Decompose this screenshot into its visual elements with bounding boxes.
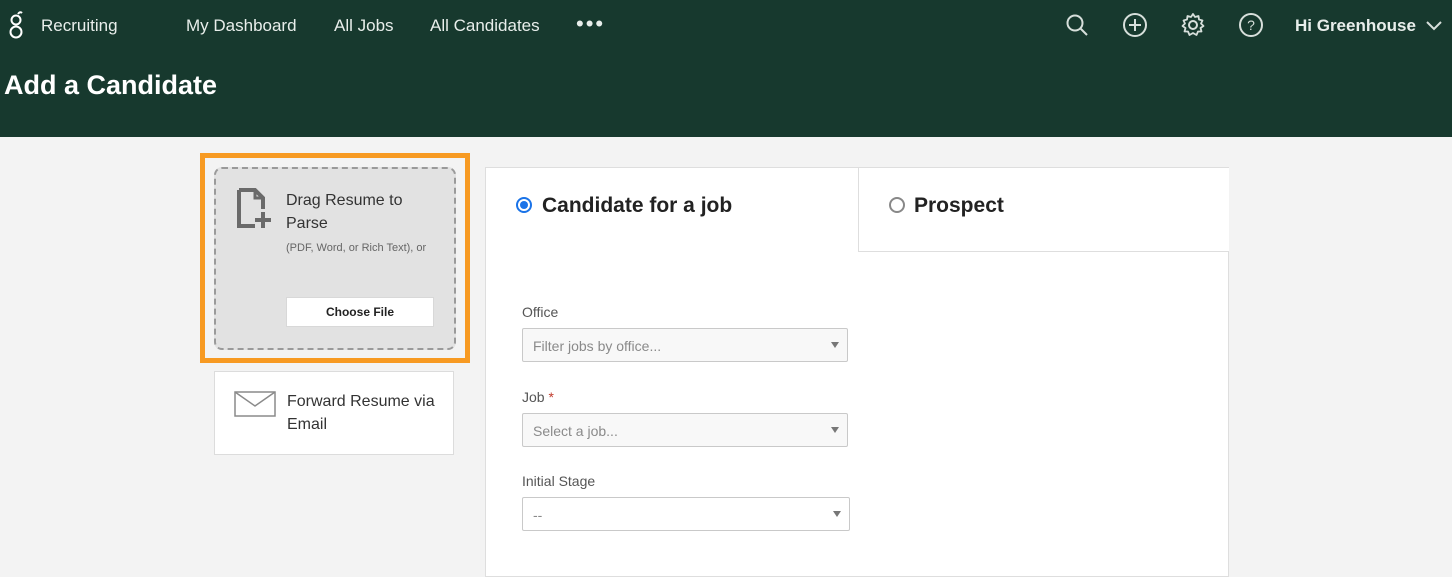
more-menu-icon[interactable]: ••• [576, 13, 605, 35]
candidate-form-panel: Candidate for a job Prospect Office Filt… [485, 167, 1229, 577]
initial-stage-select[interactable]: -- [522, 497, 850, 531]
job-label-text: Job [522, 389, 545, 405]
office-label: Office [522, 304, 559, 320]
caret-down-icon [833, 511, 841, 517]
candidate-tab-label: Candidate for a job [542, 194, 733, 217]
nav-all-jobs[interactable]: All Jobs [334, 16, 394, 36]
forward-resume-label: Forward Resume via Email [287, 393, 435, 433]
greenhouse-logo-icon[interactable] [8, 10, 24, 42]
initial-stage-value: -- [533, 507, 543, 523]
envelope-icon [234, 391, 276, 417]
top-navigation-bar: Recruiting My Dashboard All Jobs All Can… [0, 0, 1452, 137]
nav-my-dashboard[interactable]: My Dashboard [186, 16, 297, 36]
caret-down-icon [831, 342, 839, 348]
add-document-icon [237, 188, 271, 228]
office-placeholder: Filter jobs by office... [533, 338, 662, 354]
required-asterisk: * [548, 389, 554, 405]
nav-all-candidates[interactable]: All Candidates [430, 16, 540, 36]
prospect-radio[interactable] [889, 197, 905, 213]
help-icon[interactable]: ? [1238, 12, 1264, 38]
resume-upload-highlight: Drag Resume to Parse (PDF, Word, or Rich… [200, 153, 470, 363]
office-select[interactable]: Filter jobs by office... [522, 328, 848, 362]
job-placeholder: Select a job... [533, 423, 618, 439]
brand-label[interactable]: Recruiting [41, 16, 118, 36]
chevron-down-icon[interactable] [1424, 18, 1444, 34]
initial-stage-label: Initial Stage [522, 473, 596, 489]
svg-text:?: ? [1247, 17, 1255, 33]
tab-candidate-for-job[interactable]: Candidate for a job [486, 168, 858, 252]
job-label: Job * [522, 389, 554, 405]
add-circle-icon[interactable] [1122, 12, 1148, 38]
choose-file-button[interactable]: Choose File [286, 297, 434, 327]
file-types-hint: (PDF, Word, or Rich Text), or [286, 242, 427, 254]
prospect-tab-label: Prospect [914, 194, 1004, 217]
tab-prospect[interactable]: Prospect [858, 168, 1229, 252]
candidate-radio[interactable] [516, 197, 532, 213]
user-menu[interactable]: Hi Greenhouse [1295, 16, 1416, 36]
job-select[interactable]: Select a job... [522, 413, 848, 447]
search-icon[interactable] [1064, 12, 1090, 38]
caret-down-icon [831, 427, 839, 433]
gear-icon[interactable] [1180, 12, 1206, 38]
drag-resume-label: Drag Resume to Parse [286, 192, 403, 232]
resume-dropzone[interactable]: Drag Resume to Parse (PDF, Word, or Rich… [214, 167, 456, 350]
forward-resume-email-button[interactable]: Forward Resume via Email [214, 371, 454, 455]
page-title: Add a Candidate [4, 70, 218, 100]
